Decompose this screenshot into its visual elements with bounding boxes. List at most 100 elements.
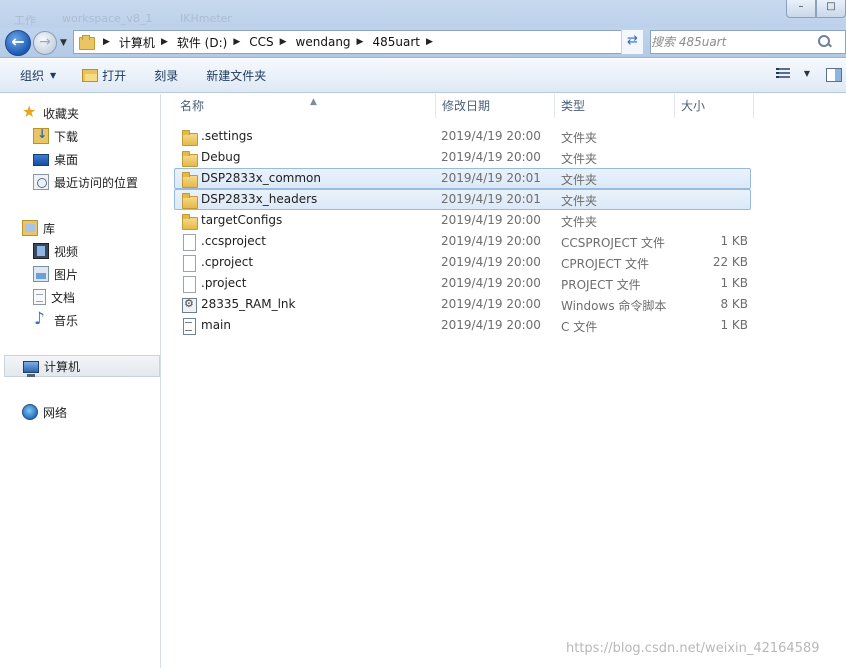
- folder-icon: [181, 150, 198, 167]
- file-type: 文件夹: [561, 215, 598, 229]
- folder-icon: [181, 129, 198, 146]
- sidebar-item-documents[interactable]: 文档: [0, 286, 160, 308]
- watermark: https://blog.csdn.net/weixin_42164589: [566, 641, 820, 656]
- breadcrumb-separator-icon[interactable]: ▶: [426, 37, 433, 47]
- file-date: 2019/4/19 20:00: [441, 129, 541, 143]
- breadcrumb-separator-icon[interactable]: ▶: [103, 37, 110, 47]
- file-name: .project: [201, 276, 247, 290]
- organize-label: 组织: [20, 69, 45, 83]
- star-icon: [22, 102, 38, 121]
- network-icon: [22, 404, 38, 420]
- sidebar-item-desktop[interactable]: 桌面: [0, 148, 160, 170]
- preview-pane-button[interactable]: [826, 68, 842, 82]
- file-date: 2019/4/19 20:00: [441, 150, 541, 164]
- file-name: main: [201, 318, 231, 332]
- breadcrumb-computer[interactable]: 计算机: [119, 34, 155, 51]
- breadcrumb-separator-icon[interactable]: ▶: [357, 37, 364, 47]
- forward-button[interactable]: →: [33, 31, 57, 55]
- sidebar-item-pictures[interactable]: 图片: [0, 263, 160, 285]
- file-date: 2019/4/19 20:00: [441, 213, 541, 227]
- title-faint-text: IKHmeter: [180, 12, 232, 25]
- sidebar-item-favorites[interactable]: 收藏夹: [0, 102, 160, 124]
- file-row[interactable]: .settings 2019/4/19 20:00 文件夹: [174, 126, 751, 147]
- breadcrumb-drive[interactable]: 软件 (D:): [177, 34, 227, 51]
- minimize-button[interactable]: –: [786, 0, 816, 18]
- breadcrumb-485uart[interactable]: 485uart: [372, 35, 420, 49]
- recent-places-icon: [33, 174, 49, 190]
- column-headers: 名称 ▲ 修改日期 类型 大小: [162, 94, 846, 118]
- file-date: 2019/4/19 20:00: [441, 297, 541, 311]
- organize-button[interactable]: 组织 ▼: [12, 64, 64, 88]
- breadcrumb-separator-icon[interactable]: ▶: [161, 37, 168, 47]
- sidebar-item-downloads[interactable]: 下载: [0, 125, 160, 147]
- change-view-button[interactable]: ▼: [775, 67, 810, 79]
- sidebar-item-label: 视频: [54, 244, 79, 259]
- chevron-down-icon: ▼: [50, 71, 57, 80]
- file-row[interactable]: DSP2833x_common 2019/4/19 20:01 文件夹: [174, 168, 751, 189]
- file-row[interactable]: main 2019/4/19 20:00 C 文件 1 KB: [174, 315, 751, 336]
- sidebar-item-videos[interactable]: 视频: [0, 240, 160, 262]
- sidebar-item-label: 计算机: [44, 359, 81, 374]
- sidebar-item-label: 库: [43, 221, 56, 236]
- column-header-date[interactable]: 修改日期: [436, 94, 555, 118]
- file-row[interactable]: .ccsproject 2019/4/19 20:00 CCSPROJECT 文件 1…: [174, 231, 751, 252]
- file-type: C 文件: [561, 320, 598, 334]
- breadcrumb-separator-icon[interactable]: ▶: [233, 37, 240, 47]
- search-input[interactable]: [651, 35, 811, 49]
- breadcrumb-wendang[interactable]: wendang: [296, 35, 351, 49]
- search-box[interactable]: [650, 30, 846, 54]
- column-header-size[interactable]: 大小: [675, 94, 754, 118]
- new-folder-button[interactable]: 新建文件夹: [198, 64, 274, 88]
- file-name: DSP2833x_headers: [201, 192, 318, 206]
- forward-arrow-icon: →: [39, 34, 51, 50]
- page-icon: [181, 255, 197, 272]
- file-size: 1 KB: [720, 234, 748, 248]
- breadcrumb-separator-icon[interactable]: ▶: [280, 37, 287, 47]
- page-icon: [181, 234, 197, 251]
- file-type: 文件夹: [561, 194, 598, 208]
- video-icon: [33, 243, 49, 259]
- documents-icon: [33, 289, 46, 305]
- sidebar-item-recent-places[interactable]: 最近访问的位置: [0, 171, 160, 193]
- sidebar-item-label: 桌面: [54, 152, 79, 167]
- sidebar-item-computer[interactable]: 计算机: [4, 355, 160, 377]
- chevron-down-icon: ▼: [803, 68, 810, 78]
- desktop-icon: [33, 154, 49, 166]
- title-bar: 工作 workspace_v8_1 IKHmeter – □: [0, 0, 846, 28]
- search-icon[interactable]: [817, 34, 833, 50]
- file-row[interactable]: DSP2833x_headers 2019/4/19 20:01 文件夹: [174, 189, 751, 210]
- sidebar-item-label: 网络: [43, 405, 68, 420]
- file-type: 文件夹: [561, 152, 598, 166]
- sidebar-item-music[interactable]: 音乐: [0, 309, 160, 331]
- sidebar-item-label: 文档: [51, 290, 76, 305]
- sort-ascending-icon: ▲: [310, 97, 317, 107]
- sidebar-item-network[interactable]: 网络: [0, 401, 160, 423]
- file-list: 名称 ▲ 修改日期 类型 大小 .settings 2019/4/19 20:00…: [162, 94, 846, 668]
- maximize-button[interactable]: □: [816, 0, 846, 18]
- breadcrumb-ccs[interactable]: CCS: [249, 35, 273, 49]
- file-row[interactable]: Debug 2019/4/19 20:00 文件夹: [174, 147, 751, 168]
- column-header-name[interactable]: 名称 ▲: [174, 94, 436, 118]
- open-button[interactable]: 打开: [74, 64, 134, 88]
- sidebar-item-label: 下载: [54, 129, 79, 144]
- file-size: 1 KB: [720, 318, 748, 332]
- file-row[interactable]: 28335_RAM_lnk 2019/4/19 20:00 Windows 命令脚本…: [174, 294, 751, 315]
- file-name: DSP2833x_common: [201, 171, 321, 185]
- file-type: CPROJECT 文件: [561, 257, 650, 271]
- sidebar-item-libraries[interactable]: 库: [0, 217, 160, 239]
- file-type: PROJECT 文件: [561, 278, 641, 292]
- back-button[interactable]: ←: [5, 30, 31, 56]
- file-row[interactable]: .project 2019/4/19 20:00 PROJECT 文件 1 KB: [174, 273, 751, 294]
- burn-label: 刻录: [154, 69, 179, 83]
- file-type: CCSPROJECT 文件: [561, 236, 666, 250]
- refresh-button[interactable]: ⇄: [621, 30, 643, 54]
- file-name: targetConfigs: [201, 213, 283, 227]
- column-header-type[interactable]: 类型: [555, 94, 675, 118]
- burn-button[interactable]: 刻录: [146, 64, 186, 88]
- address-bar[interactable]: ▶ 计算机 ▶ 软件 (D:) ▶ CCS ▶ wendang ▶ 485uar…: [73, 30, 643, 54]
- file-row[interactable]: .cproject 2019/4/19 20:00 CPROJECT 文件 22 KB: [174, 252, 751, 273]
- recent-pages-dropdown[interactable]: ▼: [60, 38, 67, 48]
- file-row[interactable]: targetConfigs 2019/4/19 20:00 文件夹: [174, 210, 751, 231]
- page-icon: [181, 276, 197, 293]
- cmd-icon: [181, 297, 197, 313]
